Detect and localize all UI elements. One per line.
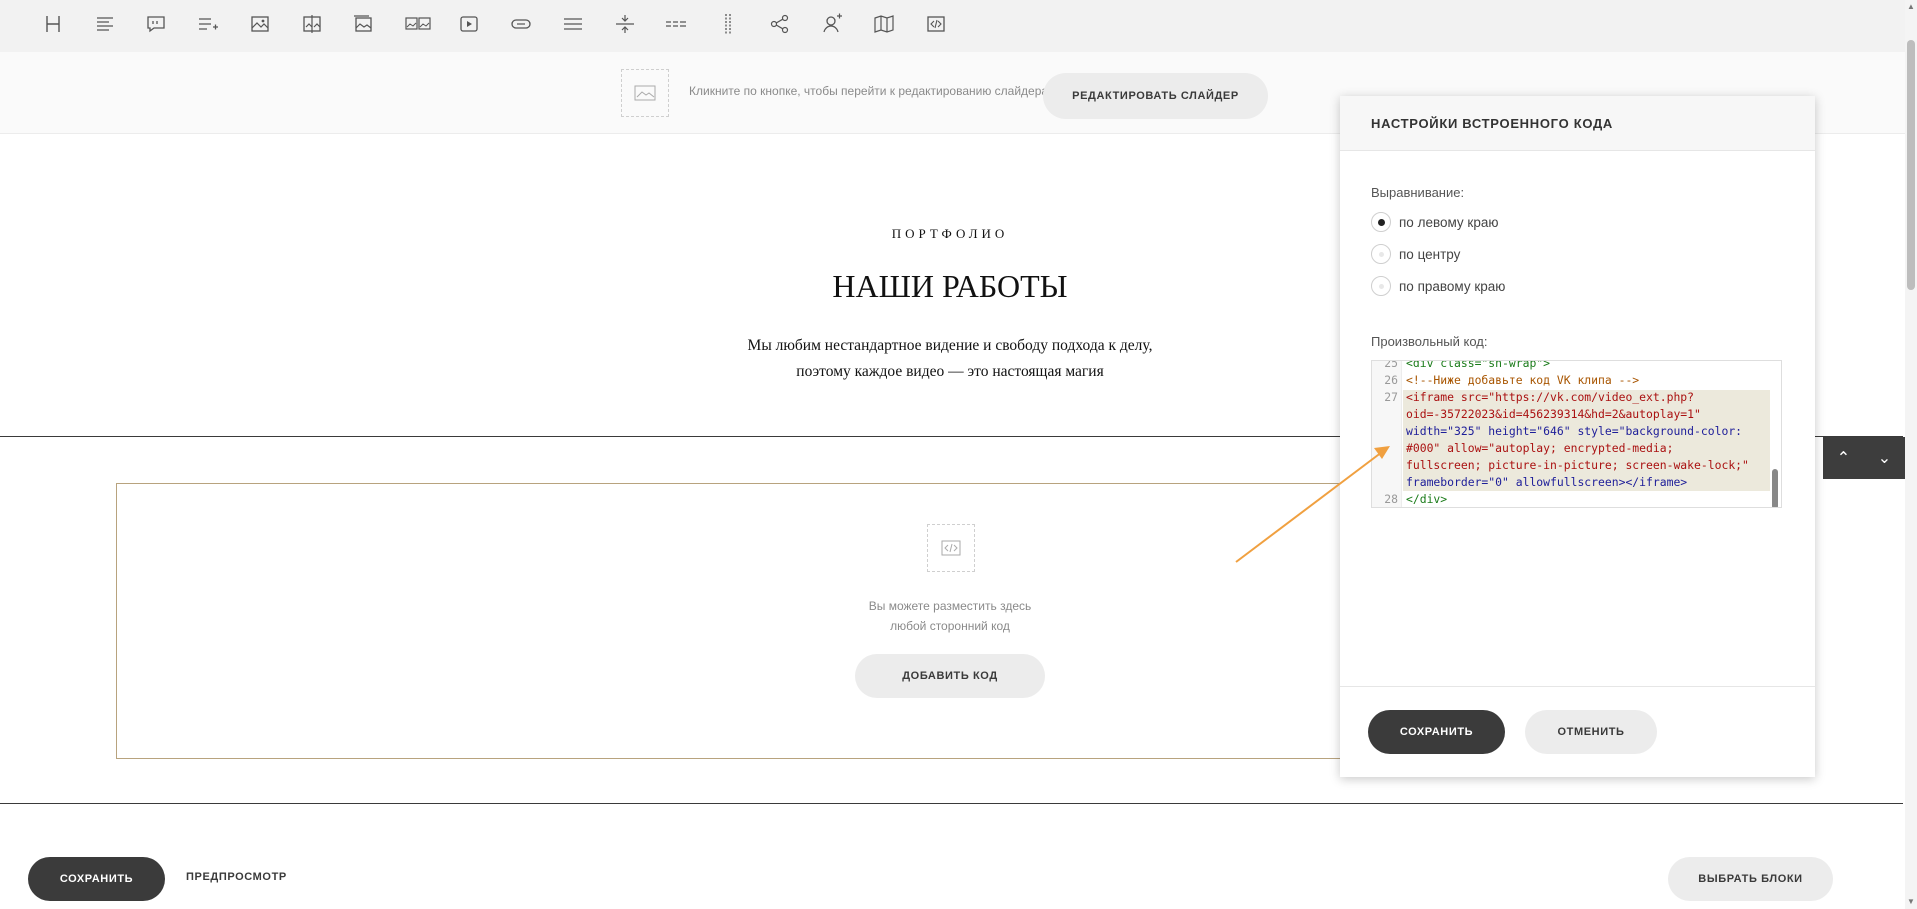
embed-code-placeholder xyxy=(927,524,975,572)
move-up-icon[interactable]: ⌃ xyxy=(1823,437,1864,479)
custom-code-label: Произвольный код: xyxy=(1371,334,1488,349)
panel-title: НАСТРОЙКИ ВСТРОЕННОГО КОДА xyxy=(1371,116,1614,131)
code-hint-line-2: любой сторонний код xyxy=(890,619,1010,633)
align-left-option[interactable]: по левому краю xyxy=(1371,212,1498,232)
code-line-27d: #000" allow="autoplay; encrypted-media; xyxy=(1406,441,1674,455)
compare-tool[interactable] xyxy=(297,10,327,38)
panel-footer-divider xyxy=(1340,686,1815,687)
code-placeholder-icon xyxy=(941,540,961,556)
button-tool[interactable] xyxy=(506,10,536,38)
heading-tool[interactable] xyxy=(38,10,68,38)
separator-tool[interactable] xyxy=(558,10,588,38)
dashed-line-tool[interactable] xyxy=(661,10,691,38)
slider-hint: Кликните по кнопке, чтобы перейти к реда… xyxy=(689,84,1049,98)
video-tool[interactable] xyxy=(454,10,484,38)
editor-scrollbar[interactable] xyxy=(1772,469,1778,507)
share-icon xyxy=(770,14,789,34)
radio-center[interactable] xyxy=(1371,244,1391,264)
align-center-option[interactable]: по центру xyxy=(1371,244,1460,264)
scrollbar-thumb[interactable] xyxy=(1907,40,1915,290)
code-line-27b: oid=-35722023&id=456239314&hd=2&autoplay… xyxy=(1406,407,1701,421)
code-line-25: <div class="sn-wrap"> xyxy=(1406,360,1551,370)
panel-save-button[interactable]: СОХРАНИТЬ xyxy=(1368,710,1505,754)
compare-icon xyxy=(303,15,321,33)
line-number: 28 xyxy=(1384,492,1398,506)
button-icon xyxy=(511,19,531,29)
separator-icon xyxy=(564,18,582,30)
gallery-tool[interactable] xyxy=(348,10,378,38)
block-toolbar xyxy=(0,0,1905,52)
map-tool[interactable] xyxy=(869,10,899,38)
slider-icon xyxy=(405,17,431,30)
line-number: 27 xyxy=(1384,390,1398,404)
spacer-tool[interactable] xyxy=(610,10,640,38)
align-right-label: по правому краю xyxy=(1399,278,1506,294)
map-icon xyxy=(874,15,894,33)
page-scrollbar[interactable]: ▲ ▼ xyxy=(1905,0,1917,909)
code-line-28: </div> xyxy=(1406,492,1448,506)
slider-placeholder-thumb xyxy=(621,69,669,117)
radio-empty-dot xyxy=(1378,251,1384,257)
add-code-button[interactable]: ДОБАВИТЬ КОД xyxy=(855,654,1045,698)
move-down-icon[interactable]: ⌄ xyxy=(1864,437,1905,479)
embed-code-hint: Вы можете разместить здесь любой сторонн… xyxy=(800,596,1100,636)
radio-left[interactable] xyxy=(1371,212,1391,232)
alignment-label: Выравнивание: xyxy=(1371,185,1465,200)
panel-cancel-button[interactable]: ОТМЕНИТЬ xyxy=(1525,710,1657,754)
radio-empty-dot xyxy=(1378,283,1384,289)
text-icon xyxy=(97,17,113,31)
dashed-line-icon xyxy=(666,21,686,27)
code-line-27f: frameborder="0" allowfullscreen></iframe… xyxy=(1406,475,1688,489)
align-center-label: по центру xyxy=(1399,246,1461,262)
align-left-label: по левому краю xyxy=(1399,214,1499,230)
scroll-up-icon[interactable]: ▲ xyxy=(1907,2,1915,12)
panel-header: НАСТРОЙКИ ВСТРОЕННОГО КОДА xyxy=(1340,96,1815,151)
code-line-27e: fullscreen; picture-in-picture; screen-w… xyxy=(1406,458,1749,472)
line-number: 25 xyxy=(1384,360,1398,370)
quote-icon xyxy=(147,16,165,33)
text-tool[interactable] xyxy=(90,10,120,38)
embed-code-settings-panel: НАСТРОЙКИ ВСТРОЕННОГО КОДА Выравнивание:… xyxy=(1340,96,1815,777)
align-right-option[interactable]: по правому краю xyxy=(1371,276,1505,296)
code-line-27a: <iframe src="https://vk.com/video_ext.ph… xyxy=(1406,390,1695,404)
list-add-icon xyxy=(199,18,218,30)
add-person-icon xyxy=(823,13,842,33)
select-blocks-button[interactable]: ВЫБРАТЬ БЛОКИ xyxy=(1668,857,1833,901)
save-button[interactable]: СОХРАНИТЬ xyxy=(28,857,165,901)
code-line-27c: width="325" height="646" style="backgrou… xyxy=(1406,424,1743,438)
block-move-controls: ⌃ ⌄ xyxy=(1823,437,1905,479)
gallery-icon xyxy=(354,15,372,32)
person-tool[interactable] xyxy=(817,10,847,38)
image-tool[interactable] xyxy=(245,10,275,38)
radio-selected-dot xyxy=(1377,218,1385,226)
preview-link[interactable]: ПРЕДПРОСМОТР xyxy=(186,871,287,883)
code-hint-line-1: Вы можете разместить здесь xyxy=(868,599,1032,613)
radio-right[interactable] xyxy=(1371,276,1391,296)
image-placeholder-icon xyxy=(634,85,656,101)
quote-tool[interactable] xyxy=(141,10,171,38)
columns-tool[interactable] xyxy=(713,10,743,38)
columns-icon xyxy=(725,14,731,34)
slider-tool[interactable] xyxy=(401,10,435,38)
edit-slider-button[interactable]: РЕДАКТИРОВАТЬ СЛАЙДЕР xyxy=(1043,73,1268,119)
code-line-26: <!--Ниже добавьте код VK клипа --> xyxy=(1406,373,1640,387)
embed-code-tool[interactable] xyxy=(921,10,951,38)
scroll-down-icon[interactable]: ▼ xyxy=(1907,897,1915,907)
image-icon xyxy=(251,16,269,32)
share-tool[interactable] xyxy=(765,10,795,38)
heading-icon xyxy=(46,16,60,32)
line-number: 26 xyxy=(1384,373,1398,387)
code-editor[interactable]: 25 26 27 28 <div class="sn-wrap"> <!--Ни… xyxy=(1371,360,1782,508)
spacer-icon xyxy=(616,15,634,33)
embed-code-icon xyxy=(927,16,945,32)
list-tool[interactable] xyxy=(193,10,223,38)
video-icon xyxy=(460,16,478,32)
